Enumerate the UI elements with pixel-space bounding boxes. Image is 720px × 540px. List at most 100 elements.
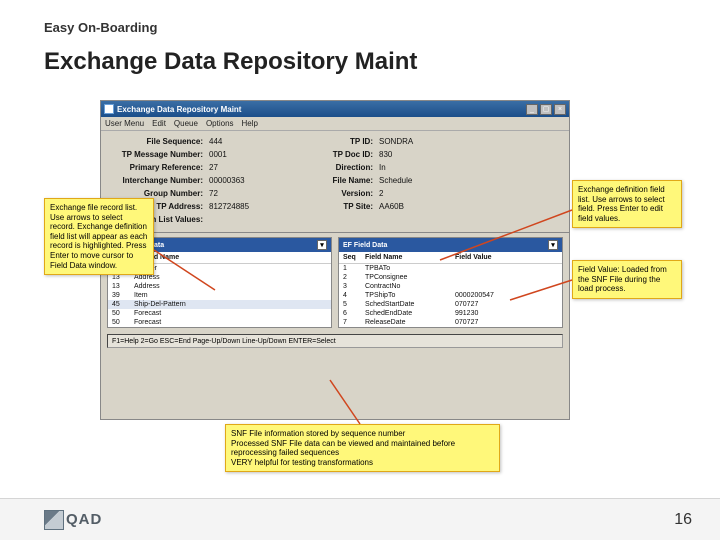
table-row[interactable]: 5SchedStartDate070727 (339, 300, 562, 309)
cell: TPShipTo (365, 292, 455, 299)
cell: Forecast (134, 319, 327, 326)
table-row[interactable]: 13Address (108, 282, 331, 291)
callout-record-list: Exchange file record list. Use arrows to… (44, 198, 154, 275)
hdr-primref-l: Primary Reference: (109, 163, 209, 172)
hdr-tp-id-v: SONDRA (379, 137, 469, 146)
page-number: 16 (674, 511, 692, 529)
qad-logo-text: QAD (66, 511, 102, 528)
table-row-selected[interactable]: 45Ship-Del-Pattern (108, 300, 331, 309)
dropdown-icon[interactable]: ▾ (317, 240, 327, 250)
cell (455, 265, 558, 272)
hdr-version-l: Version: (309, 189, 379, 198)
maximize-button[interactable]: ▢ (540, 104, 552, 115)
footer: QAD 16 (0, 498, 720, 540)
cell: SchedEndDate (365, 310, 455, 317)
close-button[interactable]: × (554, 104, 566, 115)
hdr-direction-v: In (379, 163, 469, 172)
app-icon (104, 104, 114, 114)
cell: 7 (343, 319, 365, 326)
cell: 39 (112, 292, 134, 299)
table-row[interactable]: 50Forecast (108, 309, 331, 318)
callout-field-list: Exchange definition field list. Use arro… (572, 180, 682, 228)
menu-edit[interactable]: Edit (152, 119, 166, 128)
table-row[interactable]: 7ReleaseDate070727 (339, 318, 562, 327)
table-row[interactable]: 3ContractNo (339, 282, 562, 291)
col-recordname: Record Name (134, 254, 327, 261)
col-fval: Field Value (455, 254, 558, 261)
cell: Address (134, 274, 327, 281)
status-bar: F1=Help 2=Go ESC=End Page-Up/Down Line-U… (107, 334, 563, 348)
cell: 50 (112, 319, 134, 326)
menu-options[interactable]: Options (206, 119, 234, 128)
table-row[interactable]: 2TPConsignee (339, 273, 562, 282)
table-row[interactable]: 4TPShipTo0000200547 (339, 291, 562, 300)
header-panel: File Sequence: 444 TP ID: SONDRA TP Mess… (101, 131, 569, 233)
slide-heading: Easy On-Boarding (44, 20, 157, 35)
cell: Header (134, 265, 327, 272)
hdr-tp-docid-l: TP Doc ID: (309, 150, 379, 159)
cell: ReleaseDate (365, 319, 455, 326)
table-row[interactable]: 1TPBATo (339, 264, 562, 273)
cell: SchedStartDate (365, 301, 455, 308)
dropdown-icon[interactable]: ▾ (548, 240, 558, 250)
cell: 13 (112, 283, 134, 290)
slide-title: Exchange Data Repository Maint (44, 48, 417, 76)
cell: Address (134, 283, 327, 290)
cell: 6 (343, 310, 365, 317)
cell: 5 (343, 301, 365, 308)
cell: 070727 (455, 319, 558, 326)
cell: Forecast (134, 310, 327, 317)
field-data-title: EF Field Data (343, 242, 544, 249)
hdr-filename-l: File Name: (309, 176, 379, 185)
cell: ContractNo (365, 283, 455, 290)
cell: TPConsignee (365, 274, 455, 281)
hdr-tpsite-v: AA60B (379, 202, 469, 211)
menu-queue[interactable]: Queue (174, 119, 198, 128)
table-row[interactable]: 6SchedEndDate991230 (339, 309, 562, 318)
hdr-tp-docid-v: 830 (379, 150, 469, 159)
hdr-tpaddr-v: 812724885 (209, 202, 309, 211)
cell: 070727 (455, 301, 558, 308)
hdr-version-v: 2 (379, 189, 469, 198)
callout-bottom-info: SNF File information stored by sequence … (225, 424, 500, 472)
cell: 0000200547 (455, 292, 558, 299)
hdr-filename-v: Schedule (379, 176, 469, 185)
field-data-header: EF Field Data ▾ (339, 238, 562, 252)
field-data-table[interactable]: EF Field Data ▾ Seq Field Name Field Val… (338, 237, 563, 328)
hdr-file-sequence-l: File Sequence: (109, 137, 209, 146)
hdr-tp-id-l: TP ID: (309, 137, 379, 146)
table-row[interactable]: 50Forecast (108, 318, 331, 327)
cell: Item (134, 292, 327, 299)
col-seq: Seq (343, 254, 365, 261)
hdr-interchange-v: 00000363 (209, 176, 309, 185)
cell: Ship-Del-Pattern (134, 301, 327, 308)
qad-logo: QAD (44, 510, 102, 530)
titlebar: Exchange Data Repository Maint _ ▢ × (101, 101, 569, 117)
hdr-groupnum-l: Group Number: (109, 189, 209, 198)
cell: TPBATo (365, 265, 455, 272)
hdr-groupnum-v: 72 (209, 189, 309, 198)
window-title: Exchange Data Repository Maint (117, 105, 241, 114)
minimize-button[interactable]: _ (526, 104, 538, 115)
cell (455, 283, 558, 290)
menu-user[interactable]: User Menu (105, 119, 144, 128)
hdr-tp-msg-l: TP Message Number: (109, 150, 209, 159)
callout-field-value: Field Value: Loaded from the SNF File du… (572, 260, 682, 299)
hdr-tpsite-l: TP Site: (309, 202, 379, 211)
qad-logo-icon (44, 510, 64, 530)
cell: 4 (343, 292, 365, 299)
cell: 45 (112, 301, 134, 308)
col-fname: Field Name (365, 254, 455, 261)
hdr-direction-l: Direction: (309, 163, 379, 172)
table-row[interactable]: 39Item (108, 291, 331, 300)
menu-help[interactable]: Help (242, 119, 258, 128)
cell: 50 (112, 310, 134, 317)
hdr-tp-msg-v: 0001 (209, 150, 309, 159)
cell (455, 274, 558, 281)
hdr-interchange-l: Interchange Number: (109, 176, 209, 185)
cell: 2 (343, 274, 365, 281)
cell: 1 (343, 265, 365, 272)
hdr-file-sequence-v: 444 (209, 137, 309, 146)
cell: 991230 (455, 310, 558, 317)
hdr-primref-v: 27 (209, 163, 309, 172)
